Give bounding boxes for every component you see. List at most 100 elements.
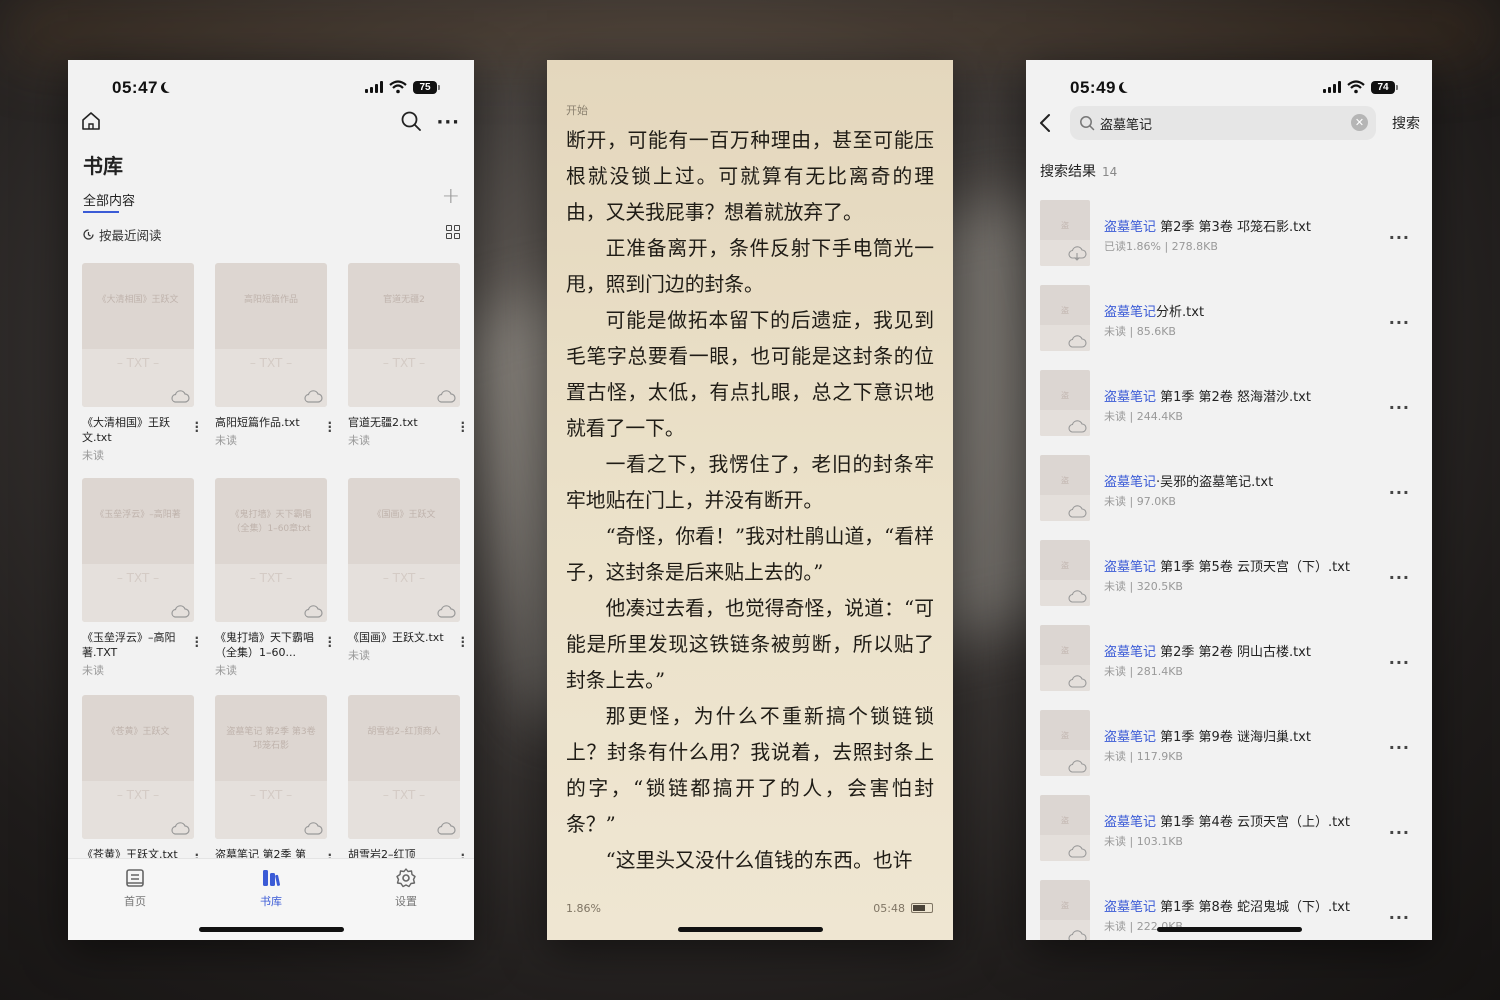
result-item[interactable]: 盗 盗墓笔记分析.txt 未读 | 85.6KB ··· (1040, 285, 1422, 355)
reader-body[interactable]: 断开，可能有一百万种理由，甚至可能压根就没锁上过。可就算有无比离奇的理由，又关我… (566, 123, 934, 879)
back-icon[interactable] (1038, 112, 1052, 134)
book-cover[interactable]: 高阳短篇作品 – TXT – (215, 263, 327, 407)
search-button[interactable]: 搜索 (1392, 113, 1420, 133)
result-thumbnail: 盗 (1040, 455, 1090, 521)
book-card[interactable]: 《国画》王跃文 – TXT – 《国画》王跃文.txt 未读 · · · (348, 478, 473, 663)
book-card[interactable]: 《大清相国》王跃文 – TXT – 《大清相国》王跃文.txt 未读 · · · (82, 263, 207, 463)
more-icon[interactable]: ··· (1389, 228, 1410, 247)
cover-title: 《国画》王跃文 (372, 510, 436, 520)
wifi-icon (1347, 80, 1365, 94)
book-more-icon[interactable]: ··· (327, 632, 332, 652)
home-indicator (1157, 927, 1302, 932)
book-card[interactable]: 《苍黄》王跃文– TXT – 《苍黄》王跃文.txt ··· (82, 695, 207, 869)
more-icon[interactable]: ··· (1389, 313, 1410, 332)
more-icon[interactable]: ··· (1389, 483, 1410, 502)
tab-home-label: 首页 (124, 895, 146, 908)
result-thumbnail: 盗 (1040, 200, 1090, 266)
book-cover[interactable]: 《国画》王跃文 – TXT – (348, 478, 460, 622)
battery-level: 74 (1371, 80, 1395, 94)
tab-home[interactable]: 首页 (105, 867, 165, 909)
result-thumbnail: 盗 (1040, 880, 1090, 940)
book-cover[interactable]: 官道无疆2 – TXT – (348, 263, 460, 407)
book-more-icon[interactable]: ··· (460, 632, 465, 652)
more-icon[interactable]: ··· (436, 112, 460, 133)
more-icon[interactable]: ··· (1389, 398, 1410, 417)
search-box[interactable]: ✕ (1070, 106, 1376, 140)
book-cover[interactable]: 胡雪岩2–红顶商人 – TXT – (348, 695, 460, 839)
result-meta: 未读 | 320.5KB (1104, 580, 1183, 593)
book-card[interactable]: 官道无疆2 – TXT – 官道无疆2.txt 未读 · · · (348, 263, 473, 448)
book-card[interactable]: 盗墓笔记 第2季 第3卷 邛笼石影– TXT – 盗墓笔记 第2季 第 ··· (215, 695, 340, 869)
bottom-tabbar: 首页 书库 设置 (68, 858, 474, 940)
cover-title: 《玉垒浮云》–高阳著 (95, 510, 181, 520)
book-cover[interactable]: 《玉垒浮云》–高阳著 – TXT – (82, 478, 194, 622)
reader-screen[interactable]: 开始 断开，可能有一百万种理由，甚至可能压根就没锁上过。可就算有无比离奇的理由，… (547, 60, 953, 940)
results-count: 14 (1102, 165, 1118, 179)
cloud-icon (304, 605, 323, 618)
result-thumbnail: 盗 (1040, 795, 1090, 861)
book-status: 未读 (82, 664, 104, 677)
home-icon[interactable] (80, 110, 102, 132)
cover-type: – TXT – (249, 788, 293, 802)
cover-title: 《苍黄》王跃文 (106, 727, 170, 737)
book-card[interactable]: 《鬼打墙》天下霸唱（全集）1–60章txt – TXT – 《鬼打墙》天下霸唱（全… (215, 478, 340, 678)
result-item[interactable]: 盗 盗墓笔记 第1季 第2卷 怒海潜沙.txt 未读 | 244.4KB ··· (1040, 370, 1422, 440)
tab-all-content[interactable]: 全部内容 (83, 190, 135, 213)
search-icon[interactable] (400, 110, 422, 132)
book-cover[interactable]: 《苍黄》王跃文 – TXT – (82, 695, 194, 839)
grid-view-icon[interactable] (446, 225, 460, 239)
home-indicator (199, 927, 344, 932)
result-title: 盗墓笔记 第1季 第5卷 云顶天宫（下）.txt (1104, 560, 1350, 575)
book-cover[interactable]: 《大清相国》王跃文 – TXT – (82, 263, 194, 407)
cloud-icon (1068, 760, 1087, 773)
reader-paragraph: “这里头又没什么值钱的东西。也许 (605, 849, 913, 872)
search-input[interactable] (1100, 113, 1340, 133)
book-card[interactable]: 《玉垒浮云》–高阳著 – TXT – 《玉垒浮云》–高阳 著.TXT 未读 · · · (82, 478, 207, 678)
add-icon[interactable]: + (442, 184, 460, 209)
more-icon[interactable]: ··· (1389, 823, 1410, 842)
battery-icon: 74 (1371, 80, 1398, 94)
book-card[interactable]: 高阳短篇作品 – TXT – 高阳短篇作品.txt 未读 · · · (215, 263, 340, 448)
signal-icon (365, 81, 383, 93)
cloud-icon (1068, 335, 1087, 348)
result-item[interactable]: 盗 盗墓笔记 第1季 第5卷 云顶天宫（下）.txt 未读 | 320.5KB … (1040, 540, 1422, 610)
result-item[interactable]: 盗 盗墓笔记·吴邪的盗墓笔记.txt 未读 | 97.0KB ··· (1040, 455, 1422, 525)
more-icon[interactable]: ··· (1389, 568, 1410, 587)
more-icon[interactable]: ··· (1389, 908, 1410, 927)
status-bar: 05:47 75 (68, 74, 474, 102)
result-meta: 未读 | 281.4KB (1104, 665, 1183, 678)
home-tab-icon (126, 869, 144, 887)
book-name: 《鬼打墙》天下霸唱（全集）1–60... (215, 631, 314, 659)
page-title: 书库 (83, 154, 123, 178)
book-status: 未读 (215, 664, 237, 677)
result-item[interactable]: 盗 盗墓笔记 第2季 第2卷 阴山古楼.txt 未读 | 281.4KB ··· (1040, 625, 1422, 695)
signal-icon (1323, 81, 1341, 93)
result-title: 盗墓笔记 第2季 第2卷 阴山古楼.txt (1104, 645, 1311, 660)
book-more-icon[interactable]: ··· (460, 417, 465, 437)
sort-button[interactable]: 按最近阅读 (82, 225, 162, 244)
book-more-icon[interactable]: ··· (194, 417, 199, 437)
tab-settings[interactable]: 设置 (376, 867, 436, 909)
result-item[interactable]: 盗 盗墓笔记 第2季 第3卷 邛笼石影.txt 已读1.86% | 278.8K… (1040, 200, 1422, 270)
more-icon[interactable]: ··· (1389, 738, 1410, 757)
result-item[interactable]: 盗 盗墓笔记 第1季 第4卷 云顶天宫（上）.txt 未读 | 103.1KB … (1040, 795, 1422, 865)
book-cover[interactable]: 《鬼打墙》天下霸唱（全集）1–60章txt – TXT – (215, 478, 327, 622)
book-card[interactable]: 胡雪岩2–红顶商人– TXT – 胡雪岩2–红顶 ··· (348, 695, 473, 869)
book-name: 高阳短篇作品.txt (215, 416, 300, 429)
book-status: 未读 (348, 434, 370, 447)
book-status: 未读 (215, 434, 237, 447)
result-item[interactable]: 盗 盗墓笔记 第1季 第9卷 谜海归巢.txt 未读 | 117.9KB ··· (1040, 710, 1422, 780)
book-name: 《玉垒浮云》–高阳 著.TXT (82, 631, 176, 659)
more-icon[interactable]: ··· (1389, 653, 1410, 672)
book-cover[interactable]: 盗墓笔记 第2季 第3卷 邛笼石影 – TXT – (215, 695, 327, 839)
book-more-icon[interactable]: ··· (327, 417, 332, 437)
cloud-icon (1068, 505, 1087, 518)
tab-library[interactable]: 书库 (241, 867, 301, 909)
book-more-icon[interactable]: ··· (194, 632, 199, 652)
cloud-icon (437, 390, 456, 403)
results-header: 搜索结果 14 (1040, 161, 1117, 181)
sort-clock-icon (83, 229, 94, 240)
cover-type: – TXT – (382, 356, 426, 370)
clear-icon[interactable]: ✕ (1351, 114, 1368, 131)
result-meta: 已读1.86% | 278.8KB (1104, 240, 1218, 253)
